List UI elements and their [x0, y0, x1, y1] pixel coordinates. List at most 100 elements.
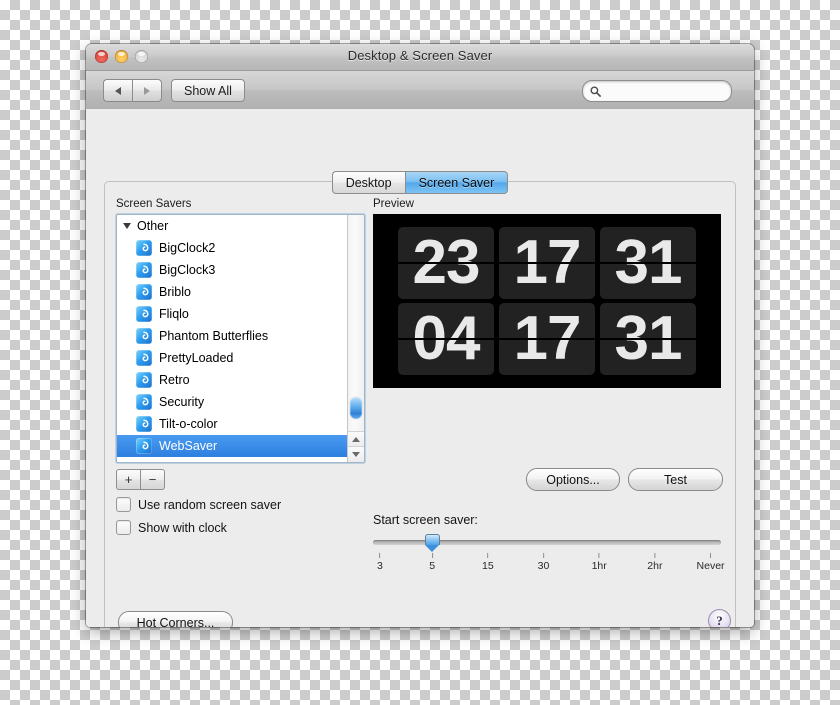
- list-item[interactable]: BigClock3: [117, 259, 348, 281]
- tab-bar: Desktop Screen Saver: [86, 171, 754, 194]
- tick-mark: [543, 553, 545, 558]
- list-item[interactable]: PrettyLoaded: [117, 347, 348, 369]
- checkbox-label: Use random screen saver: [138, 497, 282, 512]
- triangle-down-icon[interactable]: [123, 223, 131, 229]
- flip-clock-tile: 31: [600, 227, 696, 299]
- list-group-other[interactable]: Other: [117, 215, 348, 237]
- flip-clock-tile: 04: [398, 303, 494, 375]
- slider-tick: Never: [697, 553, 725, 572]
- tick-label: 15: [481, 560, 494, 572]
- checkbox-box[interactable]: [116, 497, 131, 512]
- window-title: Desktop & Screen Saver: [347, 48, 493, 63]
- tick-label: 1hr: [591, 560, 607, 572]
- flip-clock-digits: 31: [614, 304, 683, 373]
- list-item-label: Security: [159, 395, 205, 409]
- screen-savers-list[interactable]: Other BigClock2 BigClock3 Briblo Fliqlo …: [116, 214, 365, 463]
- search-icon: [590, 86, 601, 97]
- list-item-label: Briblo: [159, 285, 191, 299]
- list-item-label: Tilt-o-color: [159, 417, 218, 431]
- list-item[interactable]: Fliqlo: [117, 303, 348, 325]
- help-button[interactable]: ?: [708, 609, 731, 627]
- tick-mark: [431, 553, 433, 558]
- list-group-label: Other: [137, 219, 169, 233]
- checkbox-label: Show with clock: [138, 520, 227, 535]
- list-item[interactable]: Briblo: [117, 281, 348, 303]
- flip-clock-digits: 23: [412, 228, 481, 297]
- preview-label: Preview: [373, 198, 414, 210]
- screen-saver-preview[interactable]: 23 17 31 04 17 31: [373, 214, 721, 388]
- list-item-label: BigClock3: [159, 263, 216, 277]
- back-button[interactable]: [103, 79, 132, 102]
- add-remove-buttons: + −: [116, 469, 165, 490]
- tick-label: 3: [377, 560, 383, 572]
- screen-saver-icon: [136, 350, 152, 366]
- list-item[interactable]: BigClock2: [117, 237, 348, 259]
- slider-thumb-point: [425, 545, 440, 552]
- list-item-label: WebSaver: [159, 439, 218, 453]
- show-all-button[interactable]: Show All: [171, 79, 245, 102]
- slider-tick: 2hr: [647, 553, 662, 572]
- screen-saver-icon: [136, 438, 152, 454]
- test-button[interactable]: Test: [628, 468, 723, 491]
- flip-clock-tile: 23: [398, 227, 494, 299]
- list-item-label: Phantom Butterflies: [159, 329, 269, 343]
- forward-button[interactable]: [132, 79, 162, 102]
- hot-corners-button[interactable]: Hot Corners...: [118, 611, 233, 627]
- flip-clock-tile: 31: [600, 303, 696, 375]
- slider-tick: 3: [377, 553, 383, 572]
- slider-tick: 1hr: [592, 553, 607, 572]
- triangle-down-icon: [352, 452, 360, 457]
- list-item[interactable]: Phantom Butterflies: [117, 325, 348, 347]
- screen-saver-icon: [136, 240, 152, 256]
- search-input[interactable]: [604, 84, 723, 98]
- tick-mark: [487, 553, 489, 558]
- navigation-buttons: [103, 79, 162, 102]
- screen-saver-icon: [136, 394, 152, 410]
- remove-screen-saver-button[interactable]: −: [140, 469, 165, 490]
- list-item[interactable]: Tilt-o-color: [117, 413, 348, 435]
- tick-label: Never: [696, 560, 725, 572]
- options-button[interactable]: Options...: [526, 468, 620, 491]
- checkbox-use-random-screen-saver[interactable]: Use random screen saver: [116, 497, 281, 512]
- flip-clock-tile: 17: [499, 227, 595, 299]
- flip-clock-tile: 17: [499, 303, 595, 375]
- tick-label: 2hr: [647, 560, 663, 572]
- list-item[interactable]: Retro: [117, 369, 348, 391]
- system-preferences-window: Desktop & Screen Saver Show All Desktop …: [86, 44, 754, 627]
- screen-saver-icon: [136, 416, 152, 432]
- tick-mark: [654, 553, 656, 558]
- tab-desktop[interactable]: Desktop: [331, 171, 405, 194]
- tick-mark: [598, 553, 600, 558]
- flip-clock-digits: 17: [513, 228, 582, 297]
- scroll-down-button[interactable]: [348, 446, 364, 462]
- tab-screen-saver[interactable]: Screen Saver: [404, 171, 509, 194]
- list-item[interactable]: Security: [117, 391, 348, 413]
- checkbox-show-with-clock[interactable]: Show with clock: [116, 520, 227, 535]
- title-bar: Desktop & Screen Saver: [86, 44, 754, 71]
- checkbox-box[interactable]: [116, 520, 131, 535]
- list-item-label: PrettyLoaded: [159, 351, 234, 365]
- preferences-body: Desktop Screen Saver Screen Savers Previ…: [86, 109, 754, 627]
- start-screen-saver-label: Start screen saver:: [373, 513, 478, 527]
- toolbar: Show All: [86, 71, 754, 110]
- screen-saver-icon: [136, 372, 152, 388]
- tick-mark: [379, 553, 381, 558]
- scrollbar-thumb[interactable]: [350, 397, 362, 419]
- tick-mark: [710, 553, 712, 558]
- screen-saver-icon: [136, 262, 152, 278]
- flip-clock-digits: 17: [513, 304, 582, 373]
- flip-clock: 23 17 31 04 17 31: [398, 227, 696, 375]
- slider-thumb[interactable]: [424, 534, 440, 552]
- add-screen-saver-button[interactable]: +: [116, 469, 140, 490]
- list-scrollbar[interactable]: [347, 215, 364, 462]
- slider-tick: 15: [482, 553, 494, 572]
- triangle-left-icon: [115, 86, 121, 95]
- tick-label: 5: [429, 560, 436, 572]
- list-item-label: BigClock2: [159, 241, 216, 255]
- list-item-selected[interactable]: WebSaver: [117, 435, 348, 457]
- screen-saver-icon: [136, 284, 152, 300]
- screen-saver-icon: [136, 306, 152, 322]
- search-field[interactable]: [582, 80, 732, 102]
- scroll-up-button[interactable]: [348, 431, 364, 447]
- tick-label: 30: [537, 560, 550, 572]
